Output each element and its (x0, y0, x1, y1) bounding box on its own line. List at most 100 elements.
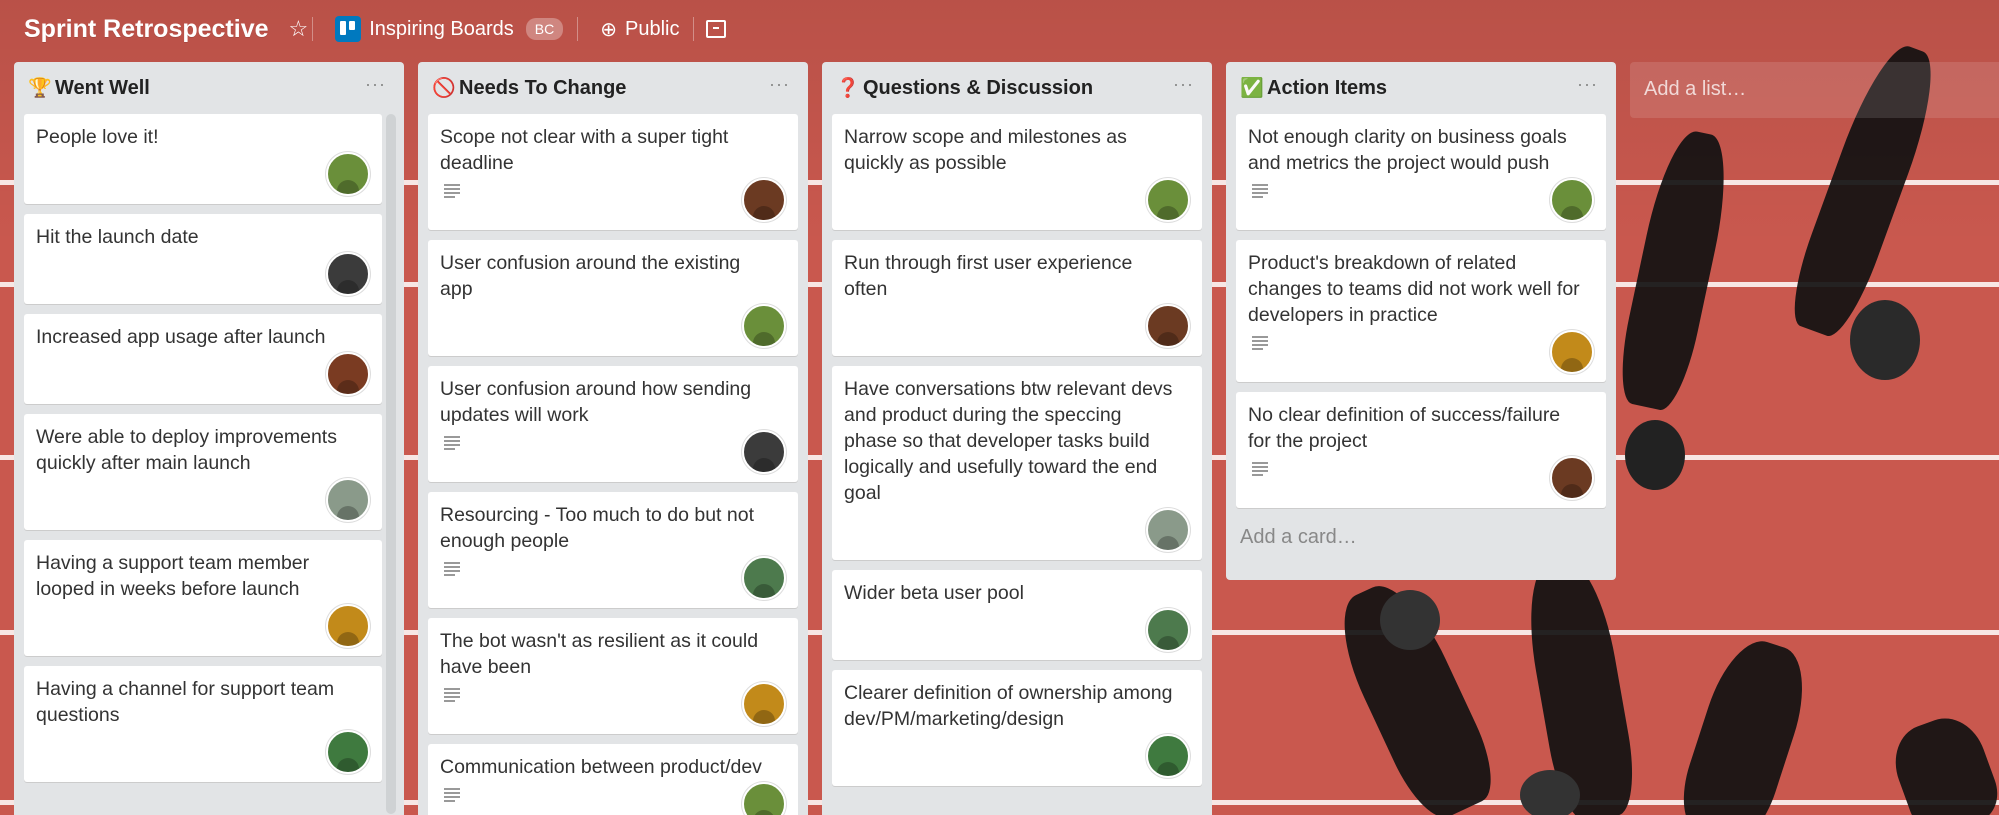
member-avatar[interactable] (1146, 178, 1190, 222)
list-went-well: 🏆 Went Well ··· People love it! Hit the l… (14, 62, 404, 815)
header-divider (693, 17, 695, 41)
card-badges (1248, 176, 1594, 222)
member-avatar[interactable] (1550, 456, 1594, 500)
list-header: 🚫 Needs To Change ··· (428, 62, 798, 114)
card[interactable]: Having a support team member looped in w… (24, 540, 382, 656)
card-badges (440, 680, 786, 726)
lists-container: 🏆 Went Well ··· People love it! Hit the l… (14, 62, 1999, 815)
check-mark-icon: ✅ (1240, 78, 1264, 99)
add-list-button[interactable]: Add a list… (1630, 62, 1999, 118)
card[interactable]: No clear definition of success/failure f… (1236, 392, 1606, 508)
card-title: No clear definition of success/failure f… (1248, 404, 1561, 452)
member-avatar[interactable] (742, 304, 786, 348)
list-title[interactable]: Needs To Change (459, 77, 765, 100)
member-avatar[interactable] (1550, 178, 1594, 222)
member-avatar[interactable] (326, 730, 370, 774)
card[interactable]: Communication between product/dev (428, 744, 798, 815)
list-scrollbar[interactable] (386, 114, 396, 814)
member-avatar[interactable] (326, 478, 370, 522)
list-title[interactable]: Action Items (1267, 77, 1573, 100)
member-avatar[interactable] (742, 782, 786, 815)
card-badges (36, 150, 370, 196)
card-badges (844, 506, 1190, 552)
member-avatar[interactable] (1550, 330, 1594, 374)
card-title: User confusion around how sending update… (440, 378, 752, 426)
card[interactable]: Scope not clear with a super tight deadl… (428, 114, 798, 230)
team-button[interactable]: Inspiring Boards BC (325, 10, 573, 48)
card-title: People love it! (36, 126, 159, 148)
card-badges (844, 302, 1190, 348)
card-badges (1248, 328, 1594, 374)
description-icon (1252, 462, 1268, 476)
card[interactable]: Wider beta user pool (832, 570, 1202, 660)
card-badges (36, 728, 370, 774)
card[interactable]: Run through first user experience often (832, 240, 1202, 356)
card-badges (844, 606, 1190, 652)
card[interactable]: The bot wasn't as resilient as it could … (428, 618, 798, 734)
list-menu-icon[interactable]: ··· (1573, 74, 1602, 103)
member-avatar[interactable] (1146, 608, 1190, 652)
card[interactable]: User confusion around how sending update… (428, 366, 798, 482)
list-header: 🏆 Went Well ··· (24, 62, 394, 114)
member-avatar[interactable] (1146, 304, 1190, 348)
trophy-icon: 🏆 (28, 78, 52, 99)
card-list: Not enough clarity on business goals and… (1236, 114, 1606, 508)
star-icon[interactable]: ☆ (289, 16, 309, 42)
card[interactable]: Increased app usage after launch (24, 314, 382, 404)
member-avatar[interactable] (326, 352, 370, 396)
header-divider (312, 17, 314, 41)
card-title: The bot wasn't as resilient as it could … (440, 630, 759, 678)
list-title[interactable]: Went Well (55, 77, 361, 100)
board-icon (335, 16, 362, 42)
board-header: Sprint Retrospective ☆ Inspiring Boards … (0, 0, 1999, 58)
card-list: People love it! Hit the launch date Increa… (24, 114, 382, 782)
card-badges (844, 732, 1190, 778)
card[interactable]: Narrow scope and milestones as quickly a… (832, 114, 1202, 230)
archive-icon[interactable] (706, 20, 727, 38)
description-icon (1252, 184, 1268, 198)
member-avatar[interactable] (742, 682, 786, 726)
list-menu-icon[interactable]: ··· (1169, 74, 1198, 103)
visibility-button[interactable]: ⊕ Public (590, 11, 689, 48)
list-header: ❓ Questions & Discussion ··· (832, 62, 1202, 114)
card-badges (36, 602, 370, 648)
list-needs-to-change: 🚫 Needs To Change ··· Scope not clear wi… (418, 62, 808, 815)
card[interactable]: User confusion around the existing app (428, 240, 798, 356)
card-title: Hit the launch date (36, 226, 199, 248)
card-title: Have conversations btw relevant devs and… (844, 378, 1173, 504)
card[interactable]: Resourcing - Too much to do but not enou… (428, 492, 798, 608)
card-title: Were able to deploy improvements quickly… (36, 426, 337, 474)
member-avatar[interactable] (742, 178, 786, 222)
list-title[interactable]: Questions & Discussion (863, 77, 1169, 100)
card-title: Communication between product/dev (440, 756, 762, 778)
member-avatar[interactable] (326, 152, 370, 196)
team-badge: BC (525, 18, 564, 40)
member-avatar[interactable] (326, 604, 370, 648)
member-avatar[interactable] (742, 556, 786, 600)
card-title: User confusion around the existing app (440, 252, 741, 300)
member-avatar[interactable] (326, 252, 370, 296)
member-avatar[interactable] (1146, 508, 1190, 552)
card[interactable]: Clearer definition of ownership among de… (832, 670, 1202, 786)
card[interactable]: Having a channel for support team questi… (24, 666, 382, 782)
card[interactable]: Hit the launch date (24, 214, 382, 304)
card-title: Product's breakdown of related changes t… (1248, 252, 1580, 326)
list-menu-icon[interactable]: ··· (765, 74, 794, 103)
card-title: Narrow scope and milestones as quickly a… (844, 126, 1127, 174)
card-list: Scope not clear with a super tight deadl… (428, 114, 798, 815)
member-avatar[interactable] (1146, 734, 1190, 778)
board-title[interactable]: Sprint Retrospective (24, 15, 269, 44)
member-avatar[interactable] (742, 430, 786, 474)
card[interactable]: Product's breakdown of related changes t… (1236, 240, 1606, 382)
card-badges (36, 476, 370, 522)
card[interactable]: Have conversations btw relevant devs and… (832, 366, 1202, 560)
description-icon (444, 688, 460, 702)
add-card-button[interactable]: Add a card… (1236, 518, 1606, 557)
card[interactable]: Not enough clarity on business goals and… (1236, 114, 1606, 230)
prohibited-icon: 🚫 (432, 78, 456, 99)
card-badges (36, 350, 370, 396)
list-menu-icon[interactable]: ··· (361, 74, 390, 103)
card[interactable]: Were able to deploy improvements quickly… (24, 414, 382, 530)
description-icon (444, 184, 460, 198)
card[interactable]: People love it! (24, 114, 382, 204)
